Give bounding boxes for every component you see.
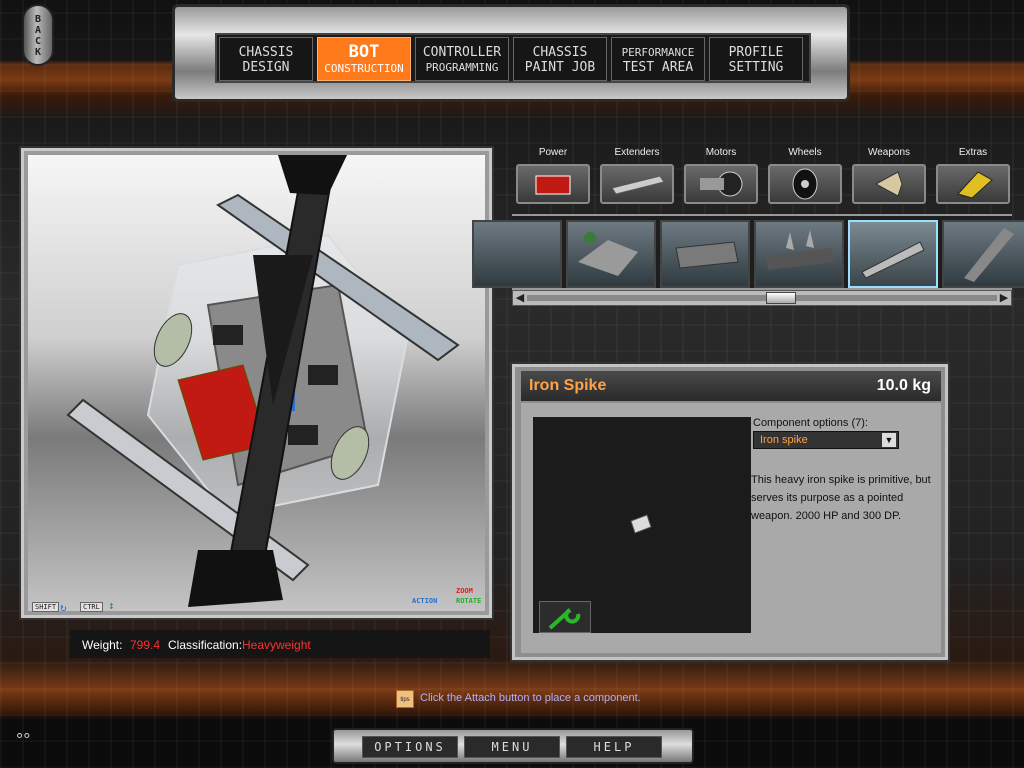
bottom-nav: OPTIONS MENU HELP [332,728,694,764]
shift-key-label: SHIFT [32,602,60,612]
scroll-right-icon[interactable]: ▶ [997,292,1011,305]
tab-chassis-design[interactable]: CHASSIS DESIGN [219,37,313,81]
tab-line2: CONSTRUCTION [324,62,404,75]
component-name: Iron Spike [529,377,607,394]
component-thumb[interactable] [942,220,1024,288]
tab-chassis-paint-job[interactable]: CHASSIS PAINT JOB [513,37,607,81]
tab-line1: CONTROLLER [422,45,502,60]
shift-key-hint: SHIFT [32,602,60,612]
scroll-thumb[interactable] [766,292,796,304]
component-options-label: Component options (7): [753,417,868,429]
robot-model [66,153,460,607]
category-label: Extras [958,147,988,158]
dropdown-arrow-icon[interactable]: ▼ [882,433,896,447]
status-bar: Weight: 799.4 Classification: Heavyweigh… [70,630,490,658]
robot-viewport[interactable]: SHIFT ↻ CTRL ↕ ACTION ZOOM ROTATE [28,153,485,614]
category-label: Motors [705,147,737,158]
attach-button[interactable] [539,601,591,633]
tab-line1: CHASSIS [238,45,294,60]
tab-line1: PERFORMANCE [621,46,695,59]
category-label: Power [538,147,568,158]
component-preview [533,417,751,633]
back-button[interactable]: BACK [22,4,54,66]
tab-line1: BOT [348,42,380,62]
tab-controller-programming[interactable]: CONTROLLER PROGRAMMING [415,37,509,81]
weight-label: Weight: [82,638,123,652]
details-header: Iron Spike 10.0 kg [521,371,941,401]
category-motors[interactable]: Motors [680,146,762,210]
back-label: BACK [34,14,42,58]
extender-icon [600,164,674,204]
tips-icon: tips [396,690,414,708]
component-strip [472,214,1024,290]
extras-icon [936,164,1010,204]
scroll-left-icon[interactable]: ◀ [513,292,527,305]
ctrl-key-label: CTRL [80,602,103,612]
corner-glyph: °° [16,730,31,750]
zoom-label: ZOOM [456,587,473,595]
category-power[interactable]: Power [512,146,594,210]
tab-line2: DESIGN [242,60,290,75]
component-details-panel: Iron Spike 10.0 kg Component options (7)… [512,364,948,660]
component-scrollbar[interactable]: ◀ ▶ [512,290,1012,306]
component-options-select[interactable]: Iron spike ▼ [753,431,899,449]
component-options-value: Iron spike [760,434,808,446]
tab-performance-test-area[interactable]: PERFORMANCE TEST AREA [611,37,705,81]
help-button[interactable]: HELP [566,736,662,758]
scroll-track[interactable] [527,295,997,301]
tab-profile-setting[interactable]: PROFILE SETTING [709,37,803,81]
component-thumb[interactable] [660,220,750,288]
ctrl-key-hint: CTRL [80,602,103,612]
category-bar: Power Extenders Motors Wheels Weapons Ex… [512,146,1012,212]
action-label: ACTION [412,597,438,605]
tip-text: Click the Attach button to place a compo… [420,692,641,704]
component-thumb-selected[interactable] [848,220,938,288]
rotate-icon: ↻ [60,601,67,614]
wrench-icon [548,608,581,630]
top-nav: CHASSIS DESIGN BOT CONSTRUCTION CONTROLL… [172,4,850,102]
tab-line2: PAINT JOB [524,60,596,75]
component-description: This heavy iron spike is primitive, but … [751,474,931,522]
component-weight: 10.0 kg [876,377,931,394]
classification-label: Classification: [168,638,243,652]
tab-line1: CHASSIS [532,45,588,60]
tab-line1: PROFILE [728,45,784,60]
category-extras[interactable]: Extras [932,146,1014,210]
category-label: Extenders [614,147,660,158]
tab-line2: TEST AREA [622,60,694,75]
tab-line2: PROGRAMMING [425,61,499,74]
component-thumb[interactable] [566,220,656,288]
category-wheels[interactable]: Wheels [764,146,846,210]
options-button[interactable]: OPTIONS [362,736,458,758]
category-label: Wheels [788,147,822,158]
menu-button[interactable]: MENU [464,736,560,758]
component-thumb[interactable] [754,220,844,288]
category-weapons[interactable]: Weapons [848,146,930,210]
category-extenders[interactable]: Extenders [596,146,678,210]
robot-viewport-frame: SHIFT ↻ CTRL ↕ ACTION ZOOM ROTATE [21,148,492,618]
move-icon: ↕ [108,599,115,612]
rotate-label: ROTATE [456,597,482,605]
power-icon [516,164,590,204]
weapon-icon [852,164,926,204]
wheel-icon [768,164,842,204]
tab-line2: SETTING [728,60,784,75]
tab-bot-construction[interactable]: BOT CONSTRUCTION [317,37,411,81]
motor-icon [684,164,758,204]
weight-value: 799.4 [130,638,161,652]
component-thumb[interactable] [472,220,562,288]
classification-value: Heavyweight [242,638,311,652]
category-label: Weapons [867,147,911,158]
